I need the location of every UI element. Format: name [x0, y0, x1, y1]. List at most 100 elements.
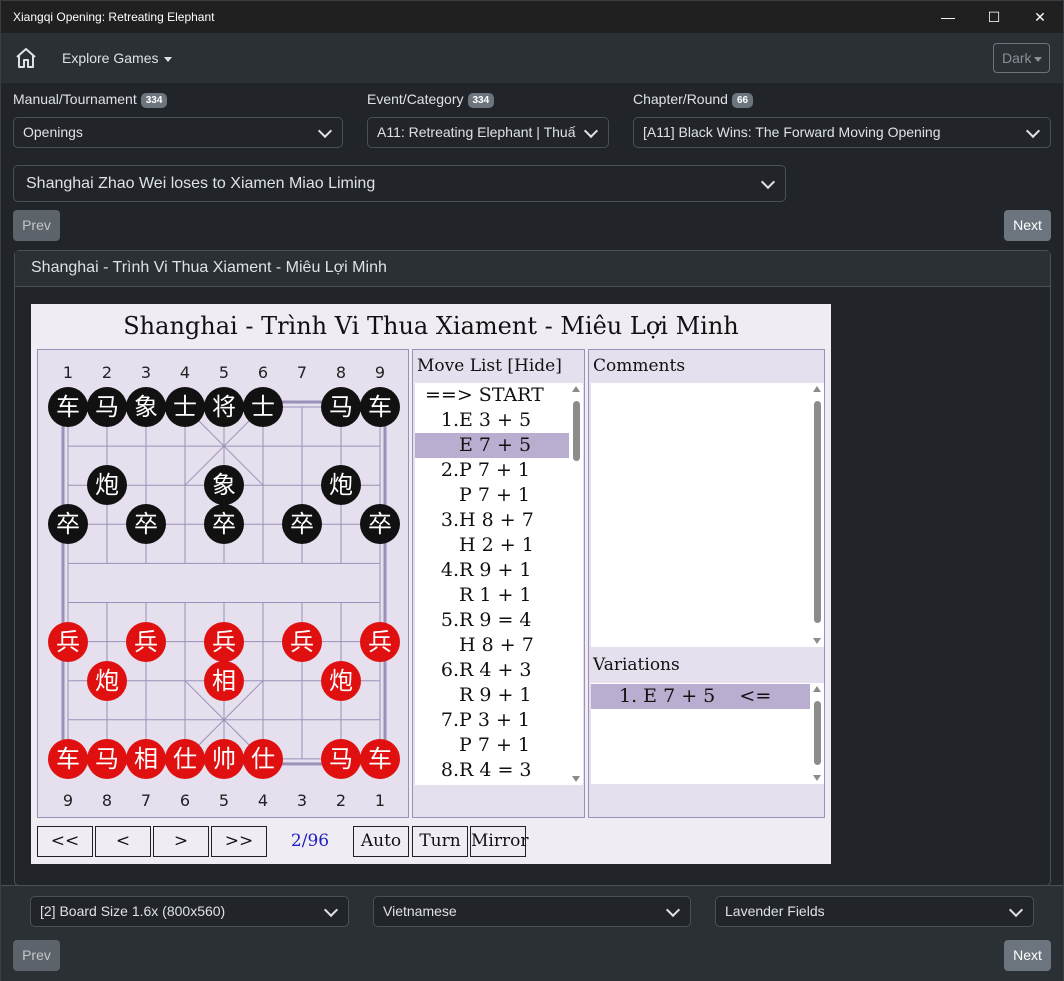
game-select-value: Shanghai Zhao Wei loses to Xiamen Miao L… — [26, 175, 376, 192]
red-piece[interactable]: 兵 — [126, 621, 166, 662]
red-piece[interactable]: 相 — [204, 660, 244, 701]
black-piece[interactable]: 车 — [48, 387, 88, 427]
black-piece[interactable]: 马 — [321, 387, 361, 427]
red-piece[interactable]: 车 — [360, 738, 400, 779]
scroll-down-icon[interactable] — [813, 775, 821, 781]
scroll-up-icon[interactable] — [813, 686, 821, 692]
move-item[interactable]: 1.E 3 + 5 — [415, 408, 571, 433]
prev-button[interactable]: Prev — [13, 210, 60, 241]
move-item[interactable]: 5.R 9 = 4 — [415, 608, 571, 633]
red-piece[interactable]: 兵 — [48, 621, 88, 662]
scroll-up-icon[interactable] — [813, 386, 821, 392]
move-item[interactable]: 2.P 7 + 1 — [415, 458, 571, 483]
first-move-button[interactable]: << — [37, 826, 93, 857]
move-item[interactable]: 4.R 9 + 1 — [415, 558, 571, 583]
move-item[interactable]: P 7 + 1 — [415, 483, 571, 508]
home-icon[interactable] — [14, 46, 38, 70]
red-piece[interactable]: 仕 — [165, 738, 205, 779]
black-piece[interactable]: 车 — [360, 387, 400, 427]
move-item[interactable]: 3.H 8 + 7 — [415, 508, 571, 533]
red-piece[interactable]: 马 — [87, 738, 127, 779]
game-select[interactable]: Shanghai Zhao Wei loses to Xiamen Miao L… — [13, 165, 786, 202]
event-select[interactable]: A11: Retreating Elephant | Thuấ — [367, 117, 609, 148]
variations-scrollbar[interactable] — [810, 683, 824, 784]
move-text: H 2 + 1 — [459, 534, 534, 556]
mirror-button[interactable]: Mirror — [470, 826, 528, 857]
theme-select[interactable]: Lavender Fields — [715, 896, 1034, 927]
explore-games-menu[interactable]: Explore Games — [62, 50, 173, 66]
column-number: 3 — [140, 363, 152, 382]
move-item[interactable]: 8.R 4 = 3 — [415, 758, 571, 783]
move-item[interactable]: ==> START — [415, 383, 571, 408]
auto-button[interactable]: Auto — [353, 826, 409, 857]
variations-box[interactable]: 1. E 7 + 5 <= — [591, 683, 810, 784]
red-piece[interactable]: 兵 — [204, 621, 244, 662]
last-move-button[interactable]: >> — [211, 826, 267, 857]
manual-select[interactable]: Openings — [13, 117, 343, 148]
red-piece[interactable]: 仕 — [243, 738, 283, 779]
move-item[interactable]: 6.R 4 + 3 — [415, 658, 571, 683]
scroll-up-icon[interactable] — [572, 386, 580, 392]
language-value: Vietnamese — [383, 903, 457, 919]
count-badge: 334 — [140, 92, 168, 108]
manual-select-value: Openings — [23, 124, 83, 140]
black-piece[interactable]: 炮 — [321, 465, 361, 506]
move-text: R 4 = 3 — [459, 759, 532, 781]
turn-button[interactable]: Turn — [412, 826, 468, 857]
move-item[interactable]: E 7 + 5 — [415, 433, 571, 458]
chevron-down-icon — [1033, 56, 1042, 62]
red-piece[interactable]: 帅 — [204, 738, 244, 779]
red-piece[interactable]: 车 — [48, 738, 88, 779]
minimize-icon[interactable]: — — [925, 1, 971, 33]
black-piece[interactable]: 象 — [204, 465, 244, 506]
xiangqi-board[interactable]: 123456789 987654321 车马象士将士马车炮象炮卒卒卒卒卒兵兵兵兵… — [37, 349, 409, 818]
black-piece[interactable]: 象 — [126, 387, 166, 427]
red-piece[interactable]: 兵 — [282, 621, 322, 662]
move-list-scrollbar[interactable] — [569, 383, 583, 785]
comments-scrollbar[interactable] — [810, 383, 824, 647]
board-size-select[interactable]: [2] Board Size 1.6x (800x560) — [30, 896, 349, 927]
move-list-panel: Move List [Hide] ==> START 1.E 3 + 5E 7 +… — [412, 349, 585, 818]
prev-button-bottom[interactable]: Prev — [13, 940, 60, 971]
scroll-down-icon[interactable] — [572, 776, 580, 782]
black-piece[interactable]: 炮 — [87, 465, 127, 506]
black-piece[interactable]: 士 — [165, 387, 205, 427]
variation-item[interactable]: 1. E 7 + 5 <= — [591, 684, 810, 709]
move-item[interactable]: P 7 + 1 — [415, 733, 571, 758]
move-item[interactable]: 7.P 3 + 1 — [415, 708, 571, 733]
column-number: 2 — [101, 363, 113, 382]
scroll-thumb[interactable] — [814, 701, 821, 765]
close-icon[interactable]: ✕ — [1017, 1, 1063, 33]
next-button-bottom[interactable]: Next — [1004, 940, 1051, 971]
scroll-thumb[interactable] — [814, 401, 821, 623]
red-piece[interactable]: 炮 — [321, 660, 361, 701]
black-piece[interactable]: 将 — [204, 387, 244, 427]
move-item[interactable]: R 1 + 1 — [415, 583, 571, 608]
red-piece[interactable]: 炮 — [87, 660, 127, 701]
move-item[interactable]: H 2 + 1 — [415, 533, 571, 558]
comments-panel: Comments Variations 1. E 7 + 5 <= — [588, 349, 825, 818]
move-item[interactable]: R 9 + 1 — [415, 683, 571, 708]
window-title: Xiangqi Opening: Retreating Elephant — [13, 10, 215, 24]
prev-move-button[interactable]: < — [95, 826, 151, 857]
chapter-select[interactable]: [A11] Black Wins: The Forward Moving Ope… — [633, 117, 1051, 148]
move-item[interactable]: H 8 + 7 — [415, 633, 571, 658]
theme-toggle-button[interactable]: Dark — [993, 43, 1050, 73]
move-list-title[interactable]: Move List [Hide] — [417, 356, 562, 376]
column-number: 2 — [335, 791, 347, 810]
next-button[interactable]: Next — [1004, 210, 1051, 241]
move-number: 7. — [440, 709, 459, 731]
language-select[interactable]: Vietnamese — [373, 896, 691, 927]
scroll-down-icon[interactable] — [813, 638, 821, 644]
red-piece[interactable]: 马 — [321, 738, 361, 779]
comments-box[interactable] — [591, 383, 810, 647]
maximize-icon[interactable]: ☐ — [971, 1, 1017, 33]
next-move-button[interactable]: > — [153, 826, 209, 857]
red-piece[interactable]: 相 — [126, 738, 166, 779]
black-piece[interactable]: 士 — [243, 387, 283, 427]
black-piece[interactable]: 马 — [87, 387, 127, 427]
move-number: 4. — [440, 559, 459, 581]
move-list[interactable]: ==> START 1.E 3 + 5E 7 + 5 2.P 7 + 1P 7 + … — [415, 383, 571, 785]
red-piece[interactable]: 兵 — [360, 621, 400, 662]
scroll-thumb[interactable] — [573, 401, 580, 461]
